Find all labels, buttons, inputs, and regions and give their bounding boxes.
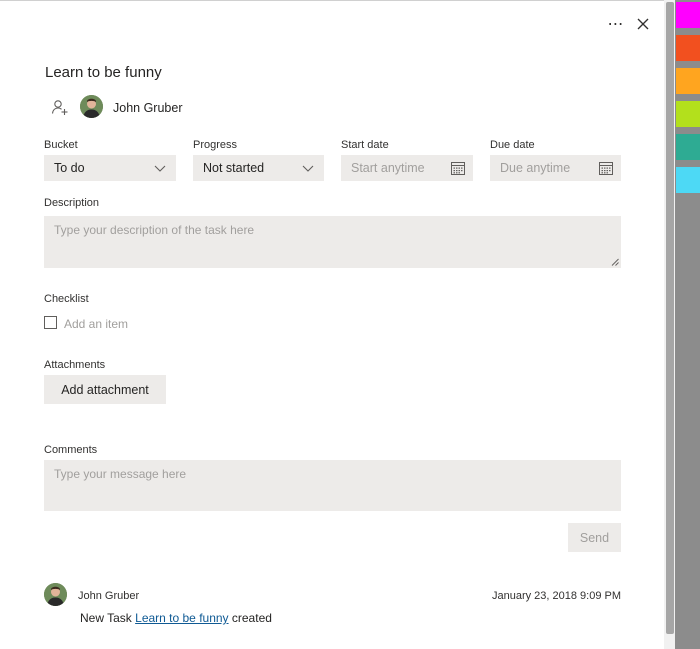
task-title[interactable]: Learn to be funny — [45, 64, 162, 81]
color-swatch-teal[interactable] — [676, 134, 700, 160]
close-button[interactable] — [633, 14, 653, 34]
checklist-add-item-input[interactable]: Add an item — [64, 317, 128, 331]
start-date-placeholder: Start anytime — [351, 161, 425, 175]
assign-button[interactable] — [51, 98, 69, 116]
panel-top-border — [0, 0, 664, 1]
color-swatch-orange[interactable] — [676, 68, 700, 94]
comment-text-prefix: New Task — [80, 611, 132, 625]
color-swatch-red[interactable] — [676, 35, 700, 61]
progress-value: Not started — [203, 161, 265, 175]
color-swatch-magenta[interactable] — [676, 2, 700, 28]
avatar[interactable] — [80, 95, 103, 118]
task-link[interactable]: Learn to be funny — [135, 611, 228, 625]
send-button[interactable]: Send — [568, 523, 621, 552]
comment-author: John Gruber — [78, 590, 140, 602]
comment-timestamp: January 23, 2018 9:09 PM — [491, 590, 621, 602]
chevron-down-icon — [154, 165, 166, 172]
comment-text: New Task Learn to be funny created — [80, 611, 272, 625]
comment-author-avatar — [44, 583, 67, 606]
chevron-down-icon — [302, 165, 314, 172]
bucket-dropdown[interactable]: To do — [44, 155, 176, 181]
description-placeholder: Type your description of the task here — [54, 223, 255, 237]
resize-handle-icon[interactable] — [611, 258, 619, 266]
color-swatch-cyan[interactable] — [676, 167, 700, 193]
start-date-input[interactable]: Start anytime — [341, 155, 473, 181]
due-date-input[interactable]: Due anytime — [490, 155, 621, 181]
label-color-strip — [675, 0, 700, 649]
description-label: Description — [44, 197, 100, 209]
description-textarea[interactable]: Type your description of the task here — [44, 216, 621, 268]
scrollbar-thumb[interactable] — [666, 2, 674, 634]
comment-textarea[interactable]: Type your message here — [44, 460, 621, 511]
comment-placeholder: Type your message here — [54, 467, 187, 481]
progress-dropdown[interactable]: Not started — [193, 155, 324, 181]
checklist-label: Checklist — [44, 293, 89, 305]
task-details-panel: ⋯ Learn to be funny John Gruber Bucket T… — [0, 0, 664, 649]
close-icon — [637, 18, 649, 30]
attachments-label: Attachments — [44, 359, 106, 371]
comments-label: Comments — [44, 444, 98, 456]
calendar-icon[interactable] — [451, 161, 465, 175]
checklist-checkbox[interactable] — [44, 316, 57, 329]
due-date-label: Due date — [490, 139, 535, 151]
assignee-name[interactable]: John Gruber — [113, 101, 182, 115]
bucket-label: Bucket — [44, 139, 78, 151]
more-icon: ⋯ — [607, 16, 625, 33]
bucket-value: To do — [54, 161, 85, 175]
progress-label: Progress — [193, 139, 238, 151]
comment-text-suffix: created — [231, 611, 272, 625]
due-date-placeholder: Due anytime — [500, 161, 571, 175]
more-options-button[interactable]: ⋯ — [606, 14, 626, 34]
add-attachment-button[interactable]: Add attachment — [44, 375, 166, 404]
color-swatch-lime[interactable] — [676, 101, 700, 127]
start-date-label: Start date — [341, 139, 389, 151]
calendar-icon[interactable] — [599, 161, 613, 175]
assign-user-icon — [51, 100, 68, 115]
